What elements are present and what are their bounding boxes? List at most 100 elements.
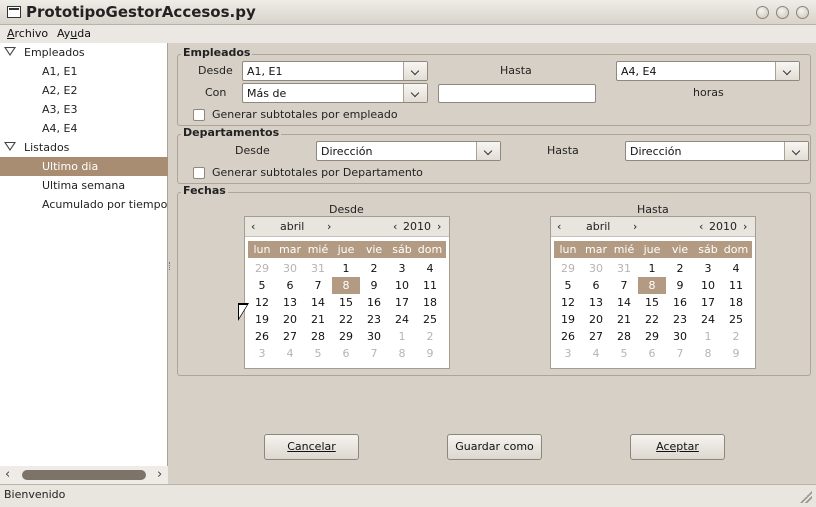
hasta-day-cell[interactable]: 3: [694, 260, 722, 277]
hasta-day-cell[interactable]: 2: [722, 328, 750, 345]
desde-day-cell[interactable]: 1: [388, 328, 416, 345]
desde-day-cell[interactable]: 10: [388, 277, 416, 294]
hasta-day-cell[interactable]: 15: [638, 294, 666, 311]
empleados-hasta-combo[interactable]: A4, E4: [616, 61, 800, 81]
next-year-icon[interactable]: ›: [743, 220, 747, 233]
hasta-day-cell[interactable]: 11: [722, 277, 750, 294]
scroll-right-icon[interactable]: ›: [157, 467, 162, 482]
desde-day-cell[interactable]: 3: [388, 260, 416, 277]
desde-day-cell[interactable]: 5: [304, 345, 332, 362]
hasta-day-cell[interactable]: 7: [610, 277, 638, 294]
desde-day-cell[interactable]: 15: [332, 294, 360, 311]
tree-item-a2-e2[interactable]: A2, E2: [0, 81, 168, 100]
calendar-desde[interactable]: ‹ abril › ‹ 2010 › lun mar mié jue vie sáb dom 29 30 31…: [244, 216, 450, 369]
menu-archivo[interactable]: Archivo: [7, 27, 48, 40]
departamentos-desde-combo[interactable]: Dirección: [316, 141, 501, 161]
desde-day-cell[interactable]: 24: [388, 311, 416, 328]
desde-day-cell[interactable]: 22: [332, 311, 360, 328]
desde-day-cell[interactable]: 6: [332, 345, 360, 362]
desde-day-cell[interactable]: 18: [416, 294, 444, 311]
hasta-day-cell[interactable]: 29: [554, 260, 582, 277]
calendar-hasta[interactable]: ‹ abril › ‹ 2010 › lun mar mié jue vie sáb dom 29 30 31…: [550, 216, 756, 369]
hasta-day-cell[interactable]: 1: [638, 260, 666, 277]
empleados-con-combo[interactable]: Más de: [242, 83, 428, 103]
desde-day-cell[interactable]: 31: [304, 260, 332, 277]
prev-month-icon[interactable]: ‹: [557, 220, 561, 233]
desde-day-cell[interactable]: 4: [276, 345, 304, 362]
hasta-day-cell[interactable]: 28: [610, 328, 638, 345]
hasta-day-cell[interactable]: 29: [638, 328, 666, 345]
desde-day-cell[interactable]: 29: [332, 328, 360, 345]
desde-day-cell[interactable]: 1: [332, 260, 360, 277]
horizontal-scrollbar[interactable]: ‹ ›: [0, 466, 168, 484]
desde-day-cell[interactable]: 2: [416, 328, 444, 345]
desde-day-cell[interactable]: 12: [248, 294, 276, 311]
tree-node-listados[interactable]: Listados: [0, 138, 168, 157]
hasta-day-cell[interactable]: 8: [638, 277, 666, 294]
minimize-button[interactable]: [756, 6, 769, 19]
accept-button[interactable]: Aceptar: [630, 434, 725, 460]
hasta-day-cell[interactable]: 30: [666, 328, 694, 345]
close-button[interactable]: [796, 6, 809, 19]
hasta-day-cell[interactable]: 9: [666, 277, 694, 294]
hasta-day-cell[interactable]: 3: [554, 345, 582, 362]
desde-day-cell[interactable]: 9: [416, 345, 444, 362]
tree-item-ultima-semana[interactable]: Ultima semana: [0, 176, 168, 195]
hasta-day-cell[interactable]: 5: [610, 345, 638, 362]
hasta-day-cell[interactable]: 19: [554, 311, 582, 328]
tree-item-a1-e1[interactable]: A1, E1: [0, 62, 168, 81]
desde-day-cell[interactable]: 30: [360, 328, 388, 345]
scroll-left-icon[interactable]: ‹: [5, 467, 10, 482]
desde-day-cell[interactable]: 14: [304, 294, 332, 311]
desde-day-cell[interactable]: 8: [332, 277, 360, 294]
empleados-desde-combo[interactable]: A1, E1: [242, 61, 428, 81]
desde-day-cell[interactable]: 26: [248, 328, 276, 345]
hasta-day-cell[interactable]: 2: [666, 260, 694, 277]
desde-day-cell[interactable]: 7: [304, 277, 332, 294]
subtotales-departamento-checkbox[interactable]: [193, 167, 205, 179]
desde-day-cell[interactable]: 11: [416, 277, 444, 294]
next-month-icon[interactable]: ›: [327, 220, 331, 233]
hasta-day-cell[interactable]: 9: [722, 345, 750, 362]
horas-input[interactable]: [438, 84, 596, 103]
hasta-day-cell[interactable]: 1: [694, 328, 722, 345]
chevron-down-icon[interactable]: [403, 84, 427, 102]
next-month-icon[interactable]: ›: [633, 220, 637, 233]
hasta-day-cell[interactable]: 4: [582, 345, 610, 362]
hasta-day-cell[interactable]: 22: [638, 311, 666, 328]
hasta-day-cell[interactable]: 16: [666, 294, 694, 311]
hasta-day-cell[interactable]: 23: [666, 311, 694, 328]
hasta-day-cell[interactable]: 27: [582, 328, 610, 345]
desde-day-cell[interactable]: 2: [360, 260, 388, 277]
prev-year-icon[interactable]: ‹: [393, 220, 397, 233]
desde-day-cell[interactable]: 6: [276, 277, 304, 294]
chevron-down-icon[interactable]: [775, 62, 799, 80]
hasta-day-cell[interactable]: 20: [582, 311, 610, 328]
desde-day-cell[interactable]: 9: [360, 277, 388, 294]
tree-item-acumulado-por-tiempo[interactable]: Acumulado por tiempo: [0, 195, 168, 214]
hasta-day-cell[interactable]: 24: [694, 311, 722, 328]
desde-day-cell[interactable]: 3: [248, 345, 276, 362]
pane-splitter[interactable]: [169, 262, 172, 270]
hasta-day-cell[interactable]: 21: [610, 311, 638, 328]
hasta-day-cell[interactable]: 13: [582, 294, 610, 311]
menu-ayuda[interactable]: Ayuda: [57, 27, 91, 40]
tree-item-a3-e3[interactable]: A3, E3: [0, 100, 168, 119]
tree-item-a4-e4[interactable]: A4, E4: [0, 119, 168, 138]
desde-day-cell[interactable]: 13: [276, 294, 304, 311]
desde-day-cell[interactable]: 7: [360, 345, 388, 362]
hasta-day-cell[interactable]: 14: [610, 294, 638, 311]
expander-icon[interactable]: [4, 142, 16, 151]
tree-item-ultimo-dia[interactable]: Ultimo dia: [0, 157, 168, 176]
cancel-button[interactable]: Cancelar: [264, 434, 359, 460]
desde-day-cell[interactable]: 19: [248, 311, 276, 328]
expander-icon[interactable]: [4, 47, 16, 56]
hasta-day-cell[interactable]: 18: [722, 294, 750, 311]
desde-day-cell[interactable]: 16: [360, 294, 388, 311]
subtotales-empleado-checkbox[interactable]: [193, 109, 205, 121]
subtotales-departamento-label[interactable]: Generar subtotales por Departamento: [212, 166, 423, 179]
desde-day-cell[interactable]: 27: [276, 328, 304, 345]
resize-grip-icon[interactable]: [800, 491, 812, 503]
desde-day-cell[interactable]: 17: [388, 294, 416, 311]
desde-day-cell[interactable]: 30: [276, 260, 304, 277]
